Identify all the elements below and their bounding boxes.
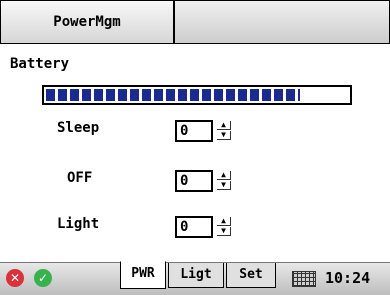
taskbar: ✕ ✓ PWR Ligt Set 10:24 — [0, 261, 390, 295]
off-label: OFF — [67, 170, 93, 186]
tab-set[interactable]: Set — [226, 263, 276, 288]
sleep-label: Sleep — [57, 120, 100, 136]
spin-up-icon[interactable]: ▲ — [217, 217, 231, 226]
sleep-spin-buttons[interactable]: ▲ ▼ — [217, 121, 231, 141]
window-title-tab[interactable]: PowerMgm — [1, 1, 175, 43]
battery-label: Battery — [10, 56, 70, 72]
clock: 10:24 — [325, 269, 371, 287]
spin-down-icon[interactable]: ▼ — [217, 131, 231, 140]
title-bar-empty-area — [175, 1, 389, 43]
sleep-spinner[interactable]: 0 ▲ ▼ — [175, 120, 235, 142]
sleep-value-field[interactable]: 0 — [175, 120, 213, 142]
battery-progress-bar — [42, 85, 352, 105]
off-spinner[interactable]: 0 ▲ ▼ — [175, 170, 235, 192]
light-value-field[interactable]: 0 — [175, 216, 213, 238]
keyboard-icon[interactable] — [292, 271, 316, 287]
spin-down-icon[interactable]: ▼ — [217, 227, 231, 236]
tab-pwr[interactable]: PWR — [120, 261, 166, 289]
light-spinner[interactable]: 0 ▲ ▼ — [175, 216, 235, 238]
ok-icon[interactable]: ✓ — [34, 269, 52, 287]
battery-progress-fill — [46, 89, 300, 101]
spin-up-icon[interactable]: ▲ — [217, 171, 231, 180]
close-icon[interactable]: ✕ — [6, 269, 24, 287]
window-title: PowerMgm — [53, 14, 121, 30]
light-label: Light — [57, 216, 100, 232]
title-bar: PowerMgm — [0, 0, 390, 44]
tab-ligt[interactable]: Ligt — [168, 263, 224, 288]
light-spin-buttons[interactable]: ▲ ▼ — [217, 217, 231, 237]
off-value-field[interactable]: 0 — [175, 170, 213, 192]
off-spin-buttons[interactable]: ▲ ▼ — [217, 171, 231, 191]
spin-down-icon[interactable]: ▼ — [217, 181, 231, 190]
spin-up-icon[interactable]: ▲ — [217, 121, 231, 130]
